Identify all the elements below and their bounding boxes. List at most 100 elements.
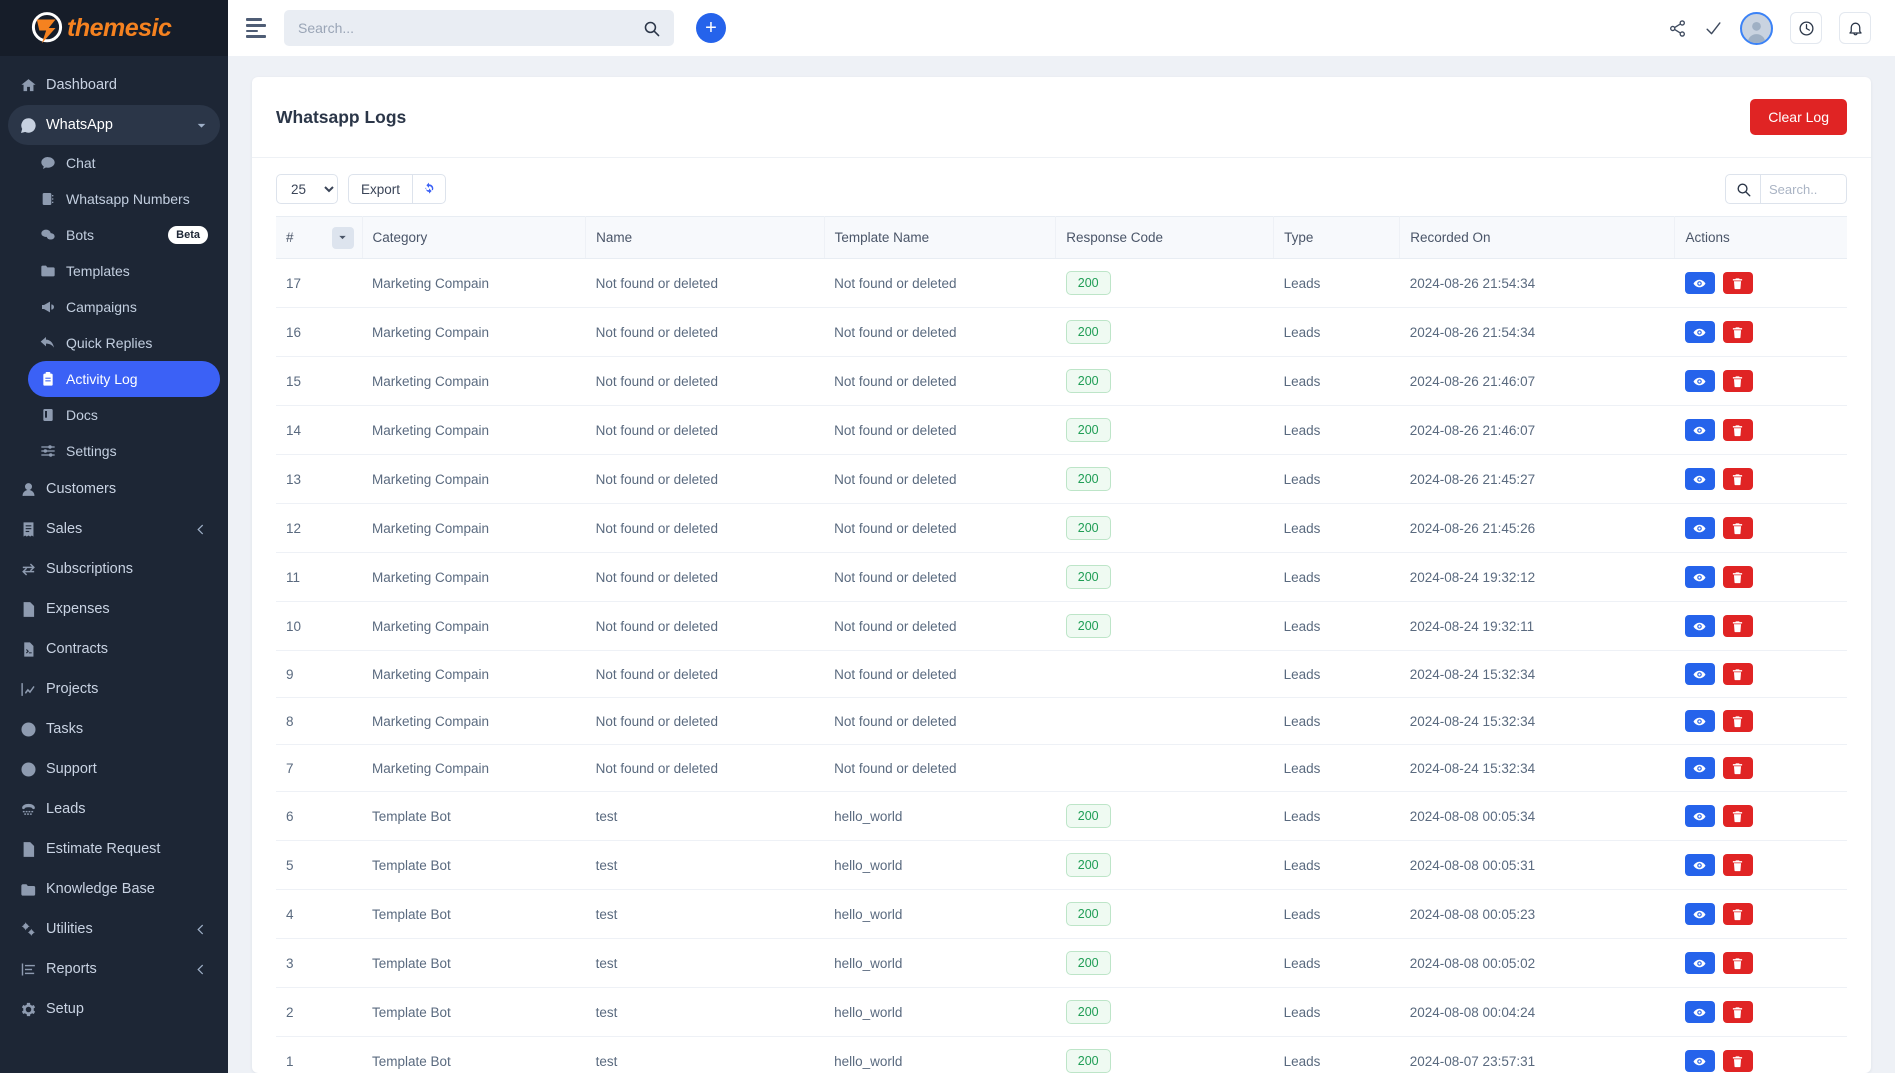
trash-icon[interactable] [1722,419,1753,441]
eye-icon[interactable] [1684,757,1715,779]
sidebar-item-activity-log[interactable]: Activity Log [28,361,220,397]
eye-icon[interactable] [1684,903,1715,925]
column-header-recorded-on[interactable]: Recorded On [1399,216,1676,259]
table-search-input[interactable] [1761,174,1847,204]
sidebar-item-expenses[interactable]: Expenses [8,589,220,629]
eye-icon[interactable] [1684,566,1715,588]
sidebar-item-customers[interactable]: Customers [8,469,220,509]
sidebar-item-templates[interactable]: Templates [28,253,220,289]
eye-icon[interactable] [1684,952,1715,974]
eye-icon[interactable] [1684,272,1715,294]
trash-icon[interactable] [1722,663,1753,685]
eye-icon[interactable] [1684,854,1715,876]
chevron-left-icon[interactable] [195,963,208,976]
brand-logo[interactable]: themesic [0,0,228,56]
bell-icon[interactable] [1839,12,1871,44]
sidebar-item-dashboard[interactable]: Dashboard [8,65,220,105]
trash-icon[interactable] [1722,370,1753,392]
sidebar-item-whatsapp[interactable]: WhatsApp [8,105,220,145]
eye-icon[interactable] [1684,1001,1715,1023]
column-header-name[interactable]: Name [585,216,825,259]
status-badge: 200 [1065,271,1111,295]
sidebar-item-label: Subscriptions [46,561,134,577]
sidebar-item-label: Settings [66,443,117,459]
sidebar-item-bots[interactable]: Bots Beta [28,217,220,253]
sidebar-item-sales[interactable]: Sales [8,509,220,549]
global-search[interactable] [284,10,674,46]
trash-icon[interactable] [1722,1001,1753,1023]
column-header-type[interactable]: Type [1273,216,1401,259]
sidebar-item-support[interactable]: Support [8,749,220,789]
trash-icon[interactable] [1722,952,1753,974]
share-icon[interactable] [1668,19,1687,38]
trash-icon[interactable] [1722,903,1753,925]
sidebar-item-utilities[interactable]: Utilities [8,909,220,949]
trash-icon[interactable] [1722,615,1753,637]
sidebar-item-contracts[interactable]: Contracts [8,629,220,669]
cell-num: 11 [276,552,362,602]
eye-icon[interactable] [1684,805,1715,827]
eye-icon[interactable] [1684,1050,1715,1072]
sidebar-item-projects[interactable]: Projects [8,669,220,709]
cell-name: test [585,791,825,841]
trash-icon[interactable] [1722,517,1753,539]
eye-icon[interactable] [1684,663,1715,685]
sidebar-item-reports[interactable]: Reports [8,949,220,989]
cell-name: Not found or deleted [585,258,825,308]
clear-log-button[interactable]: Clear Log [1750,99,1847,135]
hamburger-icon[interactable] [246,18,268,38]
trash-icon[interactable] [1722,566,1753,588]
cell-recorded-on: 2024-08-08 00:05:34 [1399,791,1675,841]
sidebar-item-settings[interactable]: Settings [28,433,220,469]
eye-icon[interactable] [1684,419,1715,441]
trash-icon[interactable] [1722,321,1753,343]
search-icon[interactable] [643,20,660,37]
add-new-button[interactable]: + [696,13,726,43]
eye-icon[interactable] [1684,710,1715,732]
trash-icon[interactable] [1722,805,1753,827]
sidebar-item-chat[interactable]: Chat [28,145,220,181]
cell-recorded-on: 2024-08-26 21:45:26 [1399,503,1675,553]
sidebar-item-leads[interactable]: Leads [8,789,220,829]
sidebar-item-docs[interactable]: Docs [28,397,220,433]
page-size-select[interactable]: 2550100 [276,174,338,204]
sidebar-item-whatsapp-numbers[interactable]: Whatsapp Numbers [28,181,220,217]
trash-icon[interactable] [1722,1050,1753,1072]
column-header-template-name[interactable]: Template Name [824,216,1057,259]
search-input[interactable] [298,20,643,36]
trash-icon[interactable] [1722,757,1753,779]
sidebar-item-tasks[interactable]: Tasks [8,709,220,749]
eye-icon[interactable] [1684,517,1715,539]
sidebar-item-knowledge-base[interactable]: Knowledge Base [8,869,220,909]
column-header-response-code[interactable]: Response Code [1055,216,1275,259]
trash-icon[interactable] [1722,272,1753,294]
cell-category: Marketing Compain [362,697,586,745]
trash-icon[interactable] [1722,854,1753,876]
chevron-left-icon[interactable] [195,923,208,936]
trash-icon[interactable] [1722,468,1753,490]
cell-template-name: hello_world [824,938,1056,988]
refresh-icon[interactable] [413,174,447,204]
table-search-icon[interactable] [1725,174,1761,204]
check-icon[interactable] [1704,19,1723,38]
eye-icon[interactable] [1684,370,1715,392]
sidebar-item-setup[interactable]: Setup [8,989,220,1029]
column-header-category[interactable]: Category [362,216,587,259]
trash-icon[interactable] [1722,710,1753,732]
eye-icon[interactable] [1684,468,1715,490]
export-button[interactable]: Export [348,174,414,204]
eye-icon[interactable] [1684,321,1715,343]
chevron-left-icon[interactable] [195,523,208,536]
sidebar-item-quick-replies[interactable]: Quick Replies [28,325,220,361]
clock-icon[interactable] [1790,12,1822,44]
cell-response-code: 200 [1055,791,1274,841]
sidebar-item-estimate-request[interactable]: Estimate Request [8,829,220,869]
sidebar-item-subscriptions[interactable]: Subscriptions [8,549,220,589]
chevron-down-icon[interactable] [331,226,354,249]
reply-icon [40,335,66,351]
avatar[interactable] [1740,11,1773,45]
sidebar-item-campaigns[interactable]: Campaigns [28,289,220,325]
eye-icon[interactable] [1684,615,1715,637]
chevron-down-icon[interactable] [195,119,208,132]
column-header-num[interactable]: # [276,216,363,259]
